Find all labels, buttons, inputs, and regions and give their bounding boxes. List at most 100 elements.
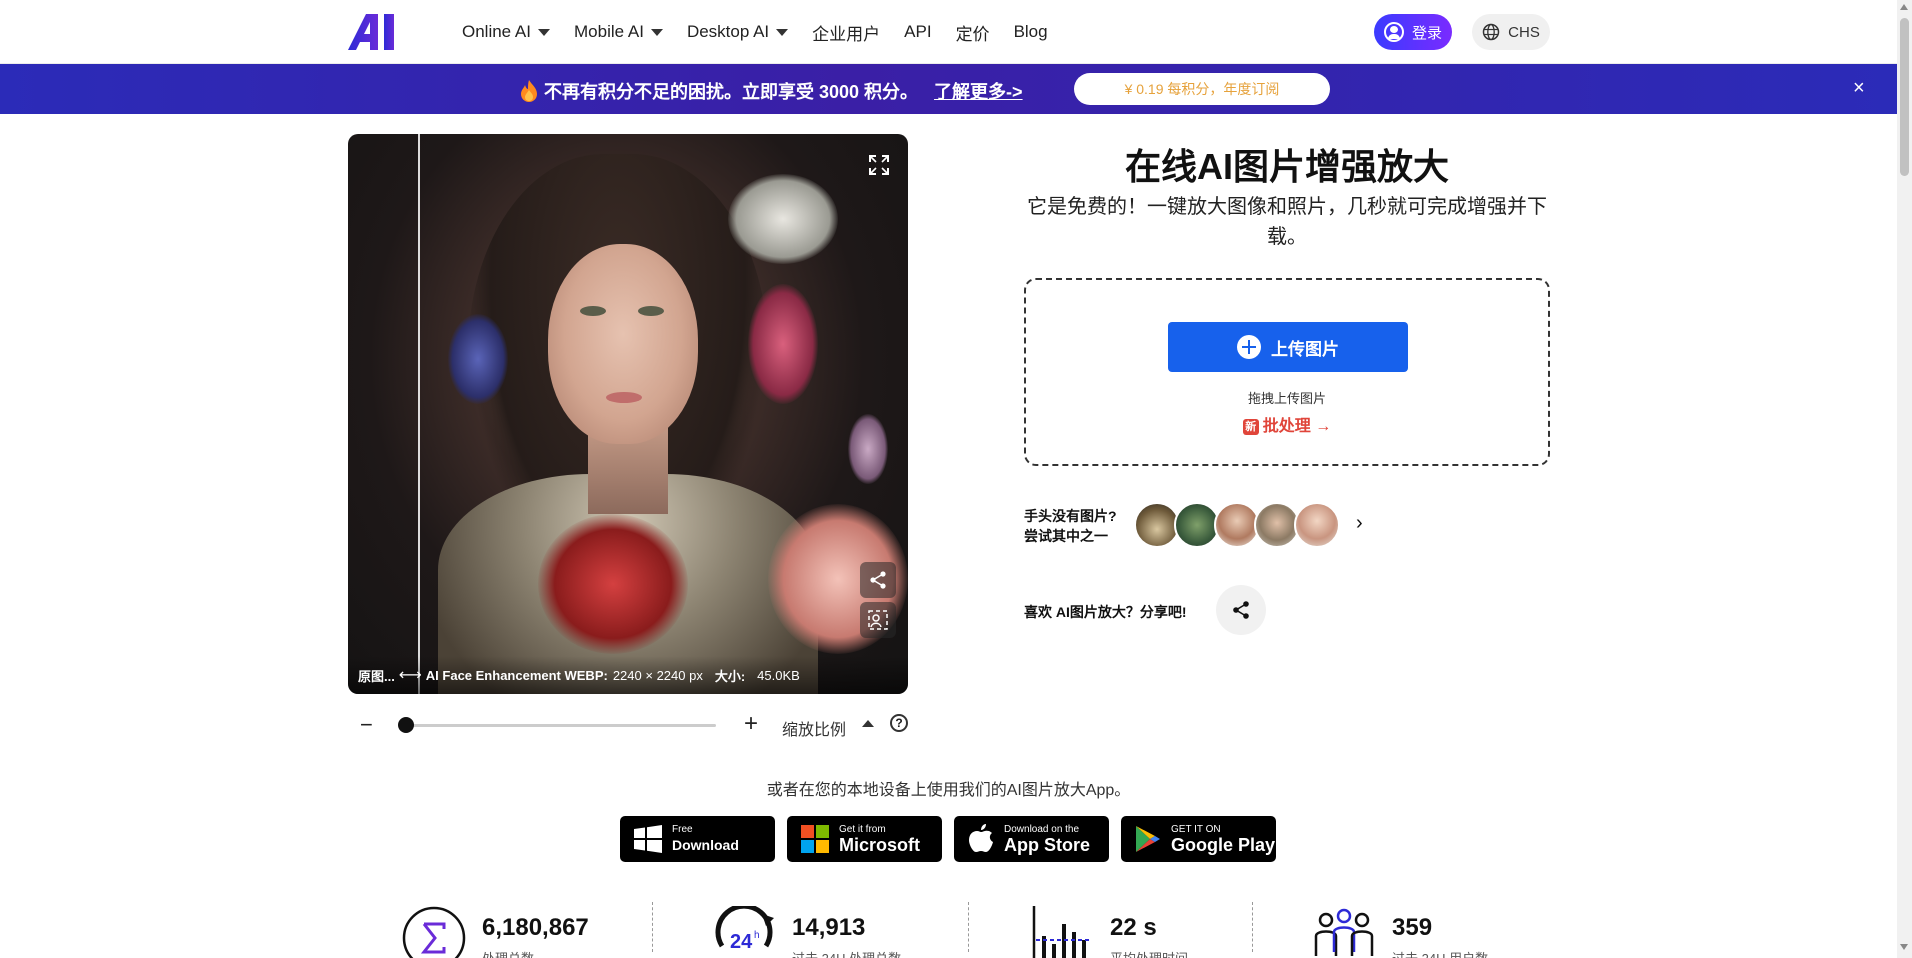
image-caption: 原图... ⟷ AI Face Enhancement WEBP: 2240 ×… — [348, 656, 908, 694]
store-small-text: Download on the — [1004, 823, 1080, 835]
caption-original: 原图... — [358, 668, 395, 684]
language-button[interactable]: CHS — [1472, 14, 1550, 50]
windows-icon — [634, 825, 662, 853]
sample-prompt: 手头没有图片? 尝试其中之一 — [1024, 506, 1117, 546]
main-nav: Online AI Mobile AI Desktop AI 企业用户 API … — [462, 0, 1072, 64]
stat-number: 22 s — [1110, 914, 1157, 941]
share-prompt: 喜欢 AI图片放大？分享吧! — [1024, 604, 1187, 620]
apple-icon — [969, 824, 993, 852]
chevron-down-icon — [776, 28, 789, 36]
nav-label: Mobile AI — [574, 22, 644, 41]
chevron-down-icon — [650, 28, 663, 36]
zoom-in-button[interactable]: + — [744, 710, 758, 738]
caption-size-label: 大小: — [714, 668, 746, 684]
stat-divider — [1252, 902, 1253, 952]
promo-banner: 不再有积分不足的困扰。立即享受 3000 积分。 了解更多-> ¥ 0.19 每… — [0, 64, 1897, 114]
nav-api[interactable]: API — [904, 22, 931, 42]
stat-avg-time: 22 s 平均处理时间 — [1030, 906, 1250, 958]
chevron-right-icon[interactable]: › — [1356, 512, 1363, 535]
share-button[interactable] — [1216, 585, 1266, 635]
app-store-button[interactable]: Download on the App Store — [954, 816, 1109, 862]
nav-label: 企业用户 — [812, 24, 881, 44]
store-big-text: Google Play — [1171, 834, 1276, 855]
nav-pricing[interactable]: 定价 — [956, 20, 990, 45]
share-image-button[interactable] — [860, 562, 896, 598]
stat-divider — [968, 902, 969, 952]
apps-prompt: 或者在您的本地设备上使用我们的AI图片放大App。 — [766, 782, 1131, 799]
stat-number: 359 — [1392, 914, 1433, 941]
store-small-text: Get it from — [839, 823, 886, 835]
compare-slider-handle[interactable] — [418, 134, 420, 694]
page-scrollbar[interactable] — [1897, 0, 1912, 958]
ai-logo-icon[interactable] — [348, 14, 402, 50]
chevron-up-icon[interactable] — [862, 720, 874, 727]
zoom-out-button[interactable]: − — [360, 712, 373, 738]
stat-number: 6,180,867 — [482, 914, 589, 941]
upload-button[interactable]: 上传图片 — [1168, 322, 1408, 372]
preview-eye — [580, 306, 606, 316]
globe-icon — [1482, 23, 1500, 41]
caption-dimensions: 2240 × 2240 px — [612, 667, 703, 683]
windows-download-button[interactable]: Free Download — [620, 816, 775, 862]
upload-label: 上传图片 — [1271, 339, 1339, 359]
sample-prompt-line2: 尝试其中之一 — [1024, 528, 1108, 544]
stat-users: 359 过去 24H 用户数 — [1312, 906, 1542, 958]
nav-desktop-ai[interactable]: Desktop AI — [686, 22, 789, 42]
scroll-up-arrow-icon[interactable] — [1900, 4, 1908, 10]
caption-model: AI Face Enhancement WEBP: — [425, 667, 608, 683]
promo-pricing-button[interactable]: ¥ 0.19 每积分，年度订阅 — [1074, 73, 1330, 105]
preview-face — [548, 244, 698, 444]
svg-text:24: 24 — [730, 931, 753, 953]
nav-label: Desktop AI — [686, 22, 770, 41]
scrollbar-thumb[interactable] — [1900, 18, 1909, 176]
plus-circle-icon — [1237, 335, 1261, 359]
users-icon — [1314, 908, 1374, 956]
promo-learn-more-link[interactable]: 了解更多-> — [934, 78, 1023, 104]
nav-label: 定价 — [955, 24, 990, 44]
nav-label: Blog — [1013, 22, 1048, 41]
scroll-down-arrow-icon[interactable] — [1900, 944, 1908, 950]
language-label: CHS — [1508, 23, 1540, 41]
nav-blog[interactable]: Blog — [1014, 22, 1048, 42]
sigma-icon — [402, 906, 466, 958]
preview-eye — [638, 306, 664, 316]
zoom-slider[interactable] — [404, 724, 716, 727]
microsoft-store-button[interactable]: Get it from Microsoft — [787, 816, 942, 862]
login-button[interactable]: 登录 — [1374, 14, 1452, 50]
user-icon — [1383, 22, 1404, 42]
clock-24h-icon: 24 h — [715, 906, 774, 953]
help-icon[interactable]: ? — [890, 714, 908, 732]
zoom-controls: − + 缩放比例 ? — [348, 710, 908, 740]
preview-image[interactable]: 原图... ⟷ AI Face Enhancement WEBP: 2240 ×… — [348, 134, 908, 694]
microsoft-icon — [801, 825, 829, 853]
compare-arrows-icon: ⟷ — [398, 667, 422, 684]
face-compare-button[interactable] — [860, 602, 896, 638]
nav-label: API — [904, 22, 932, 41]
page-title: 在线AI图片增强放大 — [1124, 146, 1449, 187]
face-scan-icon — [868, 610, 888, 630]
bar-chart-icon — [1032, 906, 1090, 958]
nav-label: Online AI — [462, 22, 531, 41]
batch-process-link[interactable]: 新批处理 → — [1026, 412, 1548, 436]
store-big-text: Download — [672, 836, 739, 853]
stat-total: 6,180,867 处理总数 — [402, 906, 622, 958]
fire-icon — [521, 80, 537, 102]
chevron-down-icon — [538, 28, 550, 36]
store-big-text: App Store — [1004, 834, 1091, 855]
nav-mobile-ai[interactable]: Mobile AI — [574, 22, 663, 42]
nav-online-ai[interactable]: Online AI — [462, 22, 550, 42]
share-icon — [1233, 601, 1249, 619]
upload-dropzone[interactable]: 上传图片 拖拽上传图片 新批处理 → — [1024, 278, 1550, 466]
nav-enterprise[interactable]: 企业用户 — [812, 20, 880, 45]
zoom-ratio-label[interactable]: 缩放比例 — [782, 716, 846, 740]
preview-flower — [848, 414, 888, 484]
promo-text: 不再有积分不足的困扰。立即享受 3000 积分。 了解更多-> — [520, 78, 1023, 104]
stat-label: 过去 24H 处理总数 — [792, 948, 901, 958]
stat-label: 过去 24H 用户数 — [1392, 948, 1488, 958]
fullscreen-icon[interactable] — [868, 154, 890, 176]
google-play-button[interactable]: GET IT ON Google Play — [1121, 816, 1276, 862]
stat-divider — [652, 902, 653, 952]
zoom-slider-handle[interactable] — [398, 717, 414, 733]
close-icon[interactable]: × — [1853, 77, 1865, 100]
sample-image[interactable] — [1294, 502, 1340, 548]
